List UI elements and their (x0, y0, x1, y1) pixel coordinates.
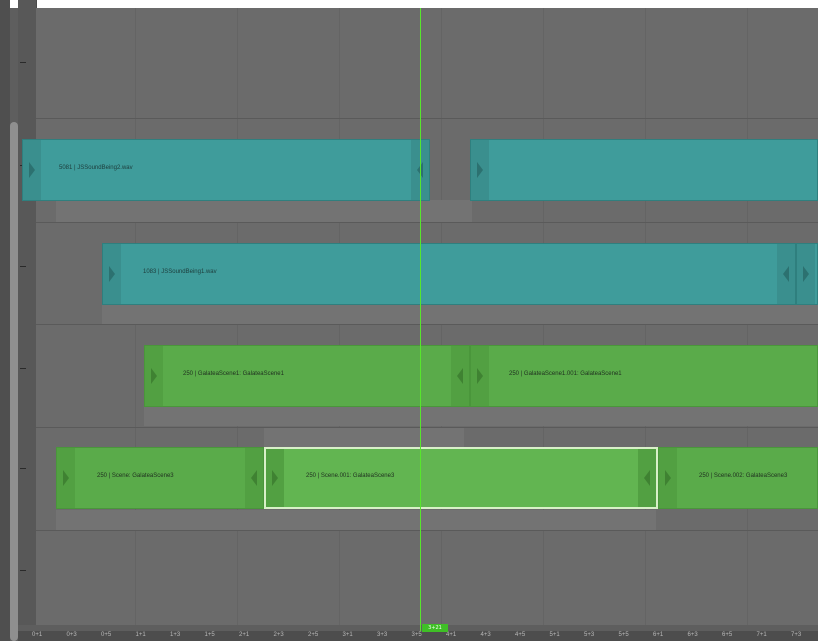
left-handle-arrow-icon (63, 470, 69, 486)
ruler-tick-label: 1+5 (204, 632, 215, 638)
playhead-line[interactable] (420, 8, 421, 631)
ruler-tick-label: 6+5 (722, 632, 733, 638)
ruler-tick-label: 5+1 (549, 632, 560, 638)
ruler-tick-label: 5+3 (584, 632, 595, 638)
left-handle-arrow-icon (803, 266, 809, 282)
vertical-scrollbar[interactable] (10, 122, 18, 641)
strip-label: 250 | Scene.002: GalateaScene3 (699, 473, 788, 479)
sound-strip[interactable]: 5081 | JSSoundBeing2.wav (22, 139, 430, 201)
left-handle-arrow-icon (477, 162, 483, 178)
current-frame-indicator[interactable]: 3+21 (422, 624, 448, 632)
strip-right-handle[interactable] (638, 449, 656, 507)
right-handle-arrow-icon (644, 470, 650, 486)
scene-strip[interactable]: 250 | Scene: GalateaScene3 (56, 447, 264, 509)
ruler-tick-label: 0+3 (66, 632, 77, 638)
channel-tick (20, 266, 26, 267)
strip-shadow (264, 428, 464, 448)
strip-label: 1083 | JSSoundBeing1.wav (143, 269, 217, 275)
channel-tick (20, 570, 26, 571)
sound-strip[interactable]: 1083 | JSSoundBeing1.wav (102, 243, 796, 305)
strip-right-handle[interactable] (451, 346, 469, 406)
strip-shadow (102, 304, 818, 324)
strip-left-handle[interactable] (471, 346, 489, 406)
ruler-tick-label: 0+5 (101, 632, 112, 638)
ruler-tick-label: 7+1 (756, 632, 767, 638)
sound-strip[interactable] (796, 243, 818, 305)
ruler-tick-label: 3+5 (411, 632, 422, 638)
strip-left-handle[interactable] (103, 244, 121, 304)
ruler-tick-label: 4+3 (480, 632, 491, 638)
strip-shadow (56, 510, 656, 530)
ruler-tick-label: 5+5 (618, 632, 629, 638)
strip-label: 250 | Scene: GalateaScene3 (97, 473, 174, 479)
strip-right-handle[interactable] (777, 244, 795, 304)
ruler-tick-label: 3+3 (377, 632, 388, 638)
ruler-tick-label: 2+5 (308, 632, 319, 638)
strip-left-handle[interactable] (266, 449, 284, 507)
channel-separator (36, 118, 818, 119)
strip-label: 5081 | JSSoundBeing2.wav (59, 165, 133, 171)
left-handle-arrow-icon (29, 162, 35, 178)
channel-separator (36, 530, 818, 531)
strip-label: 250 | GalateaScene1.001: GalateaScene1 (509, 371, 622, 377)
strip-right-handle[interactable] (245, 448, 263, 508)
ruler-tick-label: 0+1 (32, 632, 43, 638)
ruler-tick-label: 2+1 (239, 632, 250, 638)
left-handle-arrow-icon (477, 368, 483, 384)
channel-tick (20, 468, 26, 469)
ruler-tick-label: 7+3 (791, 632, 802, 638)
scene-strip-selected[interactable]: 250 | Scene.001: GalateaScene3 (264, 447, 658, 509)
ruler-tick-label: 4+5 (515, 632, 526, 638)
left-handle-arrow-icon (272, 470, 278, 486)
strip-left-handle[interactable] (23, 140, 41, 200)
channel-separator (36, 222, 818, 223)
sound-strip[interactable] (470, 139, 818, 201)
right-handle-arrow-icon (251, 470, 257, 486)
strip-left-handle[interactable] (797, 244, 815, 304)
strip-left-handle[interactable] (659, 448, 677, 508)
top-edge (0, 0, 818, 8)
ruler-tick-label: 1+3 (170, 632, 181, 638)
strip-shadow (56, 200, 472, 222)
channel-separator (36, 324, 818, 325)
left-handle-arrow-icon (151, 368, 157, 384)
scene-strip[interactable]: 250 | GalateaScene1: GalateaScene1 (144, 345, 470, 407)
left-handle-arrow-icon (109, 266, 115, 282)
ruler-tick-label: 6+1 (653, 632, 664, 638)
strip-left-handle[interactable] (471, 140, 489, 200)
right-handle-arrow-icon (783, 266, 789, 282)
scene-strip[interactable]: 250 | GalateaScene1.001: GalateaScene1 (470, 345, 818, 407)
strip-left-handle[interactable] (145, 346, 163, 406)
ruler-tick-label: 3+1 (342, 632, 353, 638)
strip-label: 250 | GalateaScene1: GalateaScene1 (183, 371, 284, 377)
left-gutter (0, 0, 10, 641)
ruler-tick-label: 1+1 (135, 632, 146, 638)
left-handle-arrow-icon (665, 470, 671, 486)
strip-label: 250 | Scene.001: GalateaScene3 (306, 473, 395, 479)
ruler-tick-label: 2+3 (273, 632, 284, 638)
ruler-tick-label: 4+1 (446, 632, 457, 638)
right-handle-arrow-icon (457, 368, 463, 384)
channel-tick (20, 62, 26, 63)
strip-left-handle[interactable] (57, 448, 75, 508)
scene-strip[interactable]: 250 | Scene.002: GalateaScene3 (658, 447, 818, 509)
channel-gutter (18, 0, 37, 625)
ruler-tick-label: 6+3 (687, 632, 698, 638)
channel-tick (20, 368, 26, 369)
strip-shadow (144, 406, 818, 426)
